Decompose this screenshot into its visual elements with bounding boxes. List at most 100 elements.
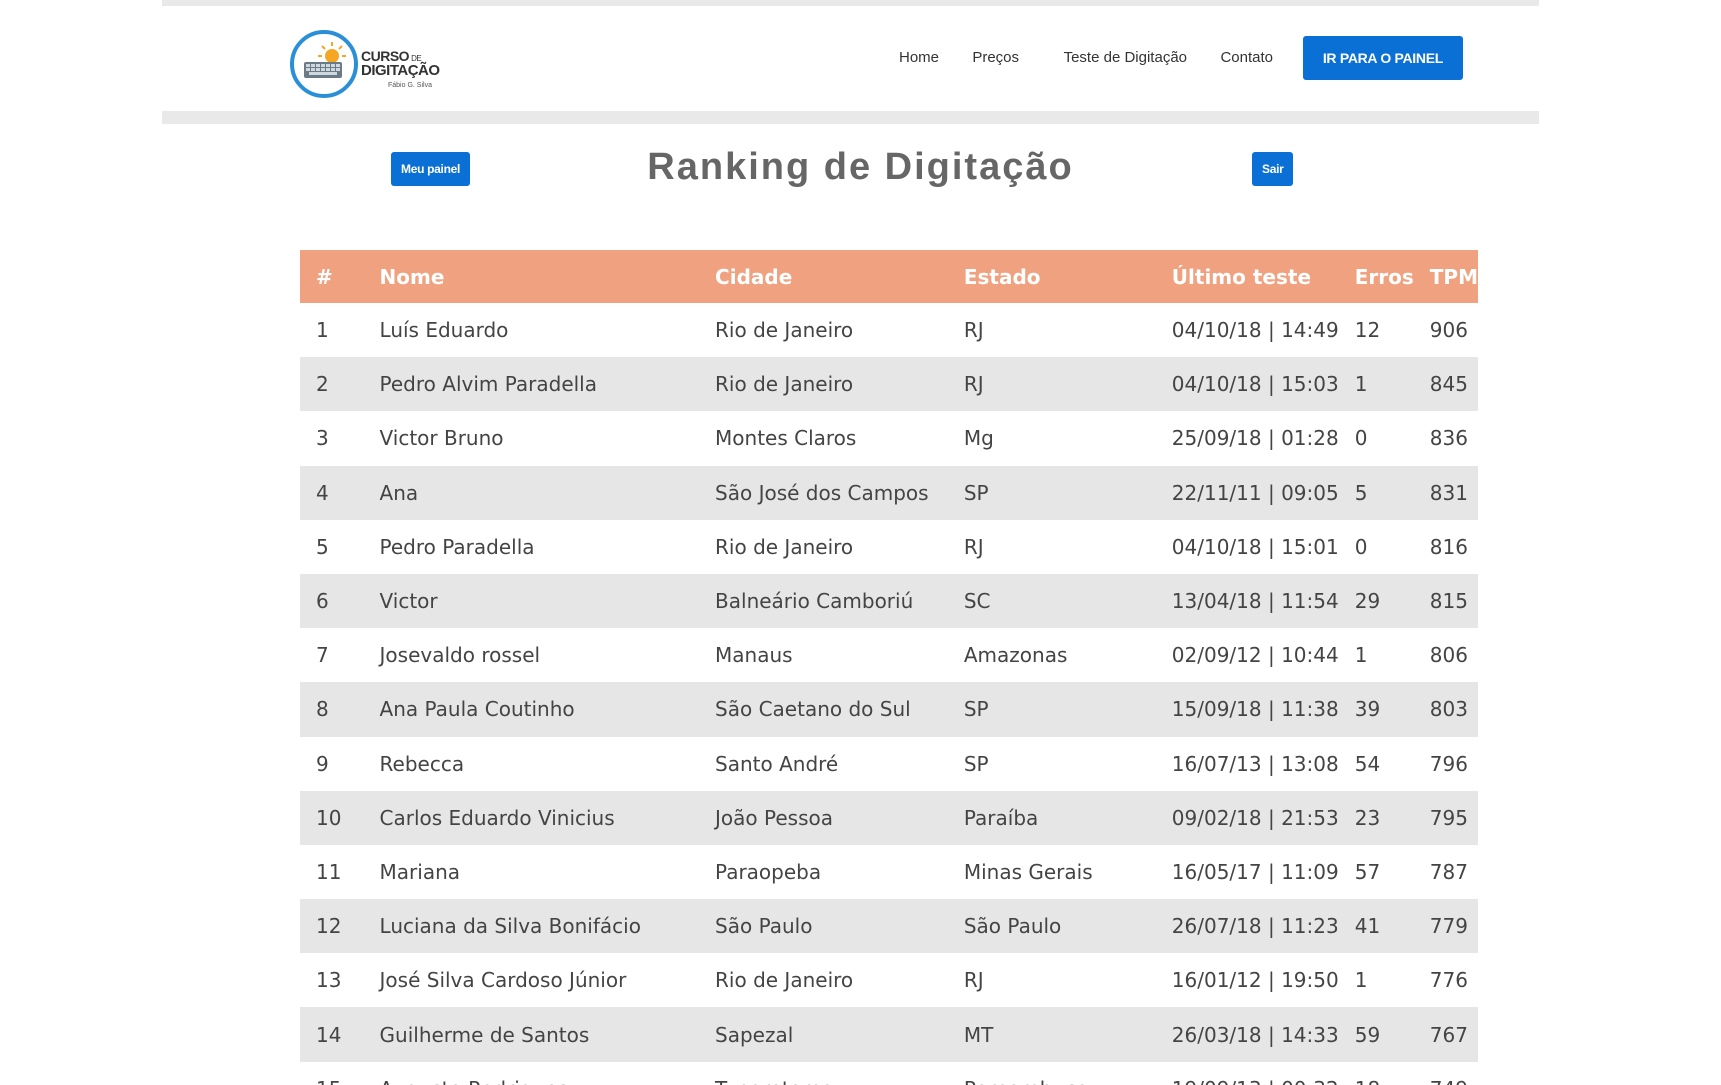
cell-tpm: 796 xyxy=(1429,751,1468,776)
cell-nome: Victor xyxy=(379,589,438,614)
cell-erros: 39 xyxy=(1354,697,1381,722)
logo-author: Fábio G. Silva xyxy=(388,82,432,89)
cell-tpm: 803 xyxy=(1429,697,1468,722)
cell-estado: Paraíba xyxy=(963,805,1039,830)
table-body: 1 Luís Eduardo Rio de Janeiro RJ 04/10/18 | … xyxy=(300,303,1478,1085)
cell-tpm: 779 xyxy=(1429,914,1468,939)
header-estado: Estado xyxy=(963,264,1041,289)
cell-erros: 41 xyxy=(1354,914,1381,939)
cell-erros: 57 xyxy=(1354,859,1381,884)
nav-precos[interactable]: Preços xyxy=(972,49,1019,66)
nav-home[interactable]: Home xyxy=(899,49,939,66)
cell-rank: 13 xyxy=(316,968,342,993)
cell-estado: Mg xyxy=(963,426,994,451)
cell-rank: 9 xyxy=(316,751,329,776)
go-to-panel-button[interactable]: IR PARA O PAINEL xyxy=(1302,36,1463,80)
nav-teste-digitacao[interactable]: Teste de Digitação xyxy=(1064,49,1187,66)
cell-estado: Amazonas xyxy=(963,643,1068,668)
cell-tpm: 749 xyxy=(1414,1062,1478,1085)
cell-nome: Augusto Rodrigues xyxy=(364,1062,700,1085)
table-row: 8 Ana Paula Coutinho São Caetano do Sul SP 1… xyxy=(300,682,1478,737)
nav-contato[interactable]: Contato xyxy=(1220,49,1273,66)
cell-estado: RJ xyxy=(963,534,984,559)
cell-rank: 11 xyxy=(316,859,342,884)
cell-estado: SP xyxy=(963,751,989,776)
page-title: Ranking de Digitação xyxy=(647,146,1074,188)
table-row: 15Augusto RodriguesTuparetamaPernambuco1… xyxy=(300,1061,1478,1085)
cell-cidade: Manaus xyxy=(715,643,793,668)
cell-nome: Ana Paula Coutinho xyxy=(379,697,575,722)
cell-estado: SC xyxy=(963,589,991,614)
site-logo[interactable]: CURSO DE DIGITAÇÃO Fábio G. Silva xyxy=(290,26,440,104)
cell-erros: 0 xyxy=(1354,426,1368,451)
cell-nome: Mariana xyxy=(379,859,461,884)
cell-erros: 12 xyxy=(1354,318,1381,343)
cell-erros: 5 xyxy=(1354,480,1368,505)
cell-nome: Luciana da Silva Bonifácio xyxy=(379,914,641,939)
cell-ultimo-teste: 25/09/18 | 01:28 xyxy=(1171,426,1339,451)
cell-ultimo-teste: 04/10/18 | 15:03 xyxy=(1171,372,1339,397)
cell-cidade: Montes Claros xyxy=(715,426,857,451)
cell-tpm: 815 xyxy=(1429,589,1468,614)
table-row: 2 Pedro Alvim Paradella Rio de Janeiro RJ 04… xyxy=(300,357,1478,412)
cell-ultimo-teste: 16/01/12 | 19:50 xyxy=(1171,968,1339,993)
cell-rank: 12 xyxy=(316,914,342,939)
cell-cidade: São José dos Campos xyxy=(715,480,929,505)
table-row: 10 Carlos Eduardo Vinicius João Pessoa Para… xyxy=(300,790,1478,845)
header-ultimo-teste: Último teste xyxy=(1171,264,1312,289)
cell-rank: 8 xyxy=(316,697,329,722)
cell-tpm: 767 xyxy=(1429,1022,1468,1047)
cell-nome: Luís Eduardo xyxy=(379,318,509,343)
cell-erros: 54 xyxy=(1354,751,1381,776)
cell-nome: Carlos Eduardo Vinicius xyxy=(379,805,615,830)
cell-rank: 6 xyxy=(316,589,329,614)
cell-cidade: São Paulo xyxy=(715,914,813,939)
cell-nome: Pedro Paradella xyxy=(379,534,535,559)
cell-estado: São Paulo xyxy=(963,914,1062,939)
header-erros: Erros xyxy=(1354,264,1414,289)
cell-estado: Pernambuco xyxy=(948,1062,1156,1085)
table-row: 13 José Silva Cardoso Júnior Rio de Janeir… xyxy=(300,953,1478,1008)
cell-rank: 1 xyxy=(316,318,329,343)
cell-cidade: Rio de Janeiro xyxy=(715,372,854,397)
cell-ultimo-teste: 04/10/18 | 15:01 xyxy=(1171,534,1339,559)
cell-erros: 23 xyxy=(1354,805,1381,830)
site-header: CURSO DE DIGITAÇÃO Fábio G. Silva Home Pr… xyxy=(162,6,1539,110)
header-rank: # xyxy=(316,264,333,289)
cell-estado: Minas Gerais xyxy=(963,859,1093,884)
table-row: 5 Pedro Paradella Rio de Janeiro RJ 04/10/18… xyxy=(300,519,1478,574)
cell-nome: Guilherme de Santos xyxy=(379,1022,590,1047)
table-row: 7 Josevaldo rossel Manaus Amazonas 02/09/12 … xyxy=(300,628,1478,683)
cell-ultimo-teste: 26/07/18 | 11:23 xyxy=(1171,914,1339,939)
cell-nome: Josevaldo rossel xyxy=(379,643,541,668)
table-row: 12 Luciana da Silva Bonifácio São Paulo São… xyxy=(300,899,1478,954)
cell-tpm: 906 xyxy=(1429,318,1468,343)
header-divider xyxy=(162,111,1539,124)
cell-cidade: Rio de Janeiro xyxy=(715,318,854,343)
cell-ultimo-teste: 26/03/18 | 14:33 xyxy=(1171,1022,1339,1047)
cell-cidade: Santo André xyxy=(715,751,839,776)
cell-erros: 1 xyxy=(1354,968,1368,993)
cell-rank: 2 xyxy=(316,372,329,397)
cell-erros: 18 xyxy=(1339,1062,1414,1085)
cell-ultimo-teste: 16/07/13 | 13:08 xyxy=(1171,751,1339,776)
cell-tpm: 836 xyxy=(1429,426,1468,451)
cell-nome: José Silva Cardoso Júnior xyxy=(379,968,627,993)
cell-ultimo-teste: 09/02/18 | 21:53 xyxy=(1171,805,1339,830)
logout-button[interactable]: Sair xyxy=(1252,152,1294,186)
cell-estado: MT xyxy=(963,1022,994,1047)
table-row: 9 Rebecca Santo André SP 16/07/13 | 13:08 54 7… xyxy=(300,736,1478,791)
cell-erros: 0 xyxy=(1354,534,1368,559)
cell-estado: SP xyxy=(963,480,989,505)
table-row: 14 Guilherme de Santos Sapezal MT 26/03/18 |… xyxy=(300,1007,1478,1062)
cell-cidade: Paraopeba xyxy=(715,859,822,884)
cell-ultimo-teste: 22/11/11 | 09:05 xyxy=(1171,480,1339,505)
cell-nome: Ana xyxy=(379,480,419,505)
cell-nome: Pedro Alvim Paradella xyxy=(379,372,597,397)
cell-rank: 5 xyxy=(316,534,329,559)
cell-estado: RJ xyxy=(963,372,984,397)
header-nome: Nome xyxy=(379,264,445,289)
cell-cidade: Tuparetama xyxy=(699,1062,948,1085)
cell-ultimo-teste: 02/09/12 | 10:44 xyxy=(1171,643,1339,668)
cell-cidade: Rio de Janeiro xyxy=(715,968,854,993)
